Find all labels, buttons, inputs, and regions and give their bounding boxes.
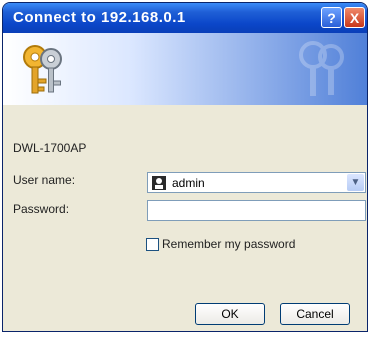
password-field[interactable] bbox=[147, 200, 366, 221]
keys-icon bbox=[23, 45, 62, 94]
window-title: Connect to 192.168.0.1 bbox=[13, 9, 186, 26]
dropdown-arrow-icon[interactable]: ▼ bbox=[347, 174, 364, 191]
user-name-value: admin bbox=[172, 176, 205, 190]
title-bar[interactable]: Connect to 192.168.0.1 ? X bbox=[3, 3, 367, 33]
close-button[interactable]: X bbox=[344, 7, 365, 28]
keys-watermark bbox=[299, 41, 344, 96]
remember-password-label[interactable]: Remember my password bbox=[162, 237, 295, 251]
cancel-button[interactable]: Cancel bbox=[280, 303, 350, 325]
password-label: Password: bbox=[13, 202, 70, 216]
user-icon bbox=[152, 176, 166, 190]
user-name-combobox[interactable]: admin ▼ bbox=[147, 172, 366, 193]
header-banner bbox=[3, 33, 367, 105]
help-button[interactable]: ? bbox=[321, 7, 342, 28]
login-dialog: Connect to 192.168.0.1 ? X DWL-1700AP Us… bbox=[2, 2, 368, 332]
remember-password-checkbox[interactable] bbox=[146, 238, 159, 251]
device-name: DWL-1700AP bbox=[13, 141, 87, 155]
ok-button[interactable]: OK bbox=[195, 303, 265, 325]
user-name-label: User name: bbox=[13, 173, 76, 187]
